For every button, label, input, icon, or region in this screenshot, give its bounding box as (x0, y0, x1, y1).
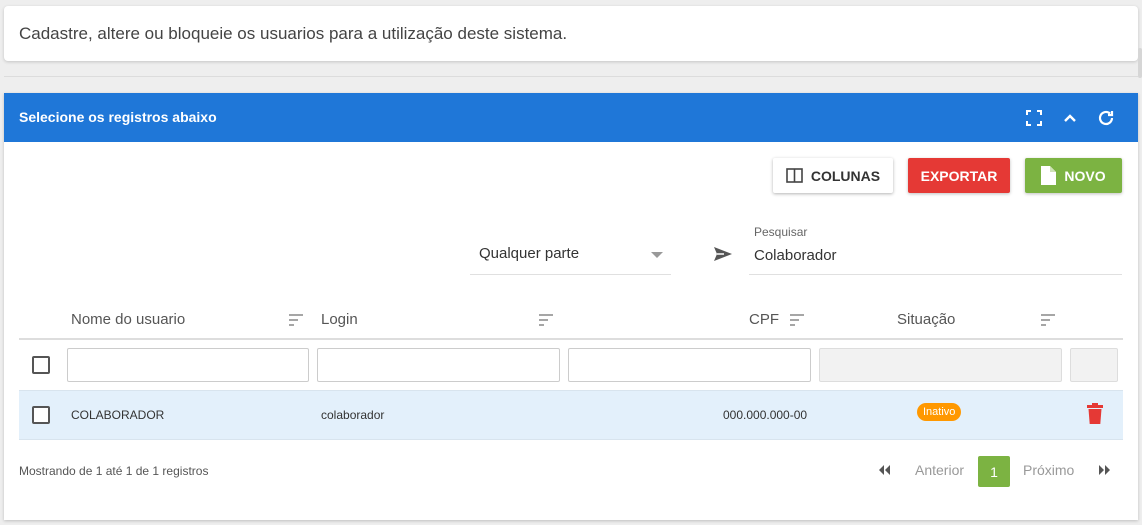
panel-title: Selecione os registros abaixo (19, 109, 217, 125)
search-mode-value: Qualquer parte (479, 245, 580, 262)
cell-login: colaborador (321, 408, 385, 422)
columns-icon (786, 168, 803, 183)
send-icon[interactable] (713, 244, 733, 264)
fullscreen-icon[interactable] (1023, 107, 1045, 129)
search-field: Pesquisar (749, 223, 1122, 275)
panel-header: Selecione os registros abaixo (4, 93, 1138, 142)
trash-icon[interactable] (1086, 403, 1104, 425)
new-button-label: NOVO (1064, 167, 1106, 184)
status-badge: Inativo (917, 403, 962, 421)
filter-cpf-input[interactable] (568, 348, 811, 382)
file-icon (1041, 166, 1057, 185)
records-panel: Selecione os registros abaixo COLUNAS EX… (4, 93, 1138, 520)
cell-cpf: 000.000.000-00 (723, 408, 808, 422)
filter-login-input[interactable] (317, 348, 560, 382)
divider (4, 76, 1138, 77)
export-button-label: EXPORTAR (920, 167, 998, 184)
col-header-login[interactable]: Login (321, 311, 358, 328)
sort-icon[interactable] (1041, 313, 1055, 326)
columns-button-label: COLUNAS (810, 167, 881, 184)
current-page-button[interactable]: 1 (978, 456, 1010, 487)
sort-icon[interactable] (539, 313, 553, 326)
caret-down-icon (651, 252, 663, 258)
col-header-cpf[interactable]: CPF (749, 311, 779, 328)
export-button[interactable]: EXPORTAR (908, 158, 1010, 193)
table-row[interactable]: COLABORADOR colaborador 000.000.000-00 I… (19, 390, 1123, 440)
table-divider (19, 338, 1123, 340)
search-label: Pesquisar (754, 225, 808, 239)
info-text: Cadastre, altere ou bloqueie os usuarios… (19, 24, 568, 43)
previous-page-link[interactable]: Anterior (915, 462, 964, 478)
search-mode-select[interactable]: Qualquer parte (470, 238, 671, 275)
row-checkbox[interactable] (32, 406, 50, 424)
select-all-checkbox[interactable] (32, 356, 50, 374)
filter-status-disabled (819, 348, 1062, 382)
filter-name-input[interactable] (67, 348, 309, 382)
sort-icon[interactable] (790, 313, 804, 326)
pagination-summary: Mostrando de 1 até 1 de 1 registros (19, 464, 209, 478)
sort-icon[interactable] (289, 313, 303, 326)
search-input[interactable] (754, 243, 1114, 267)
refresh-icon[interactable] (1095, 107, 1117, 129)
next-page-link[interactable]: Próximo (1023, 462, 1074, 478)
new-button[interactable]: NOVO (1025, 158, 1122, 193)
info-card: Cadastre, altere ou bloqueie os usuarios… (4, 6, 1138, 61)
col-header-status[interactable]: Situação (897, 311, 955, 328)
scrollbar-handle[interactable] (1138, 48, 1142, 78)
filter-actions-disabled (1070, 348, 1118, 382)
last-page-icon[interactable] (1097, 463, 1115, 479)
columns-button[interactable]: COLUNAS (773, 158, 893, 193)
cell-name: COLABORADOR (71, 408, 165, 422)
col-header-name[interactable]: Nome do usuario (71, 311, 185, 328)
collapse-icon[interactable] (1059, 107, 1081, 129)
first-page-icon[interactable] (876, 463, 894, 479)
